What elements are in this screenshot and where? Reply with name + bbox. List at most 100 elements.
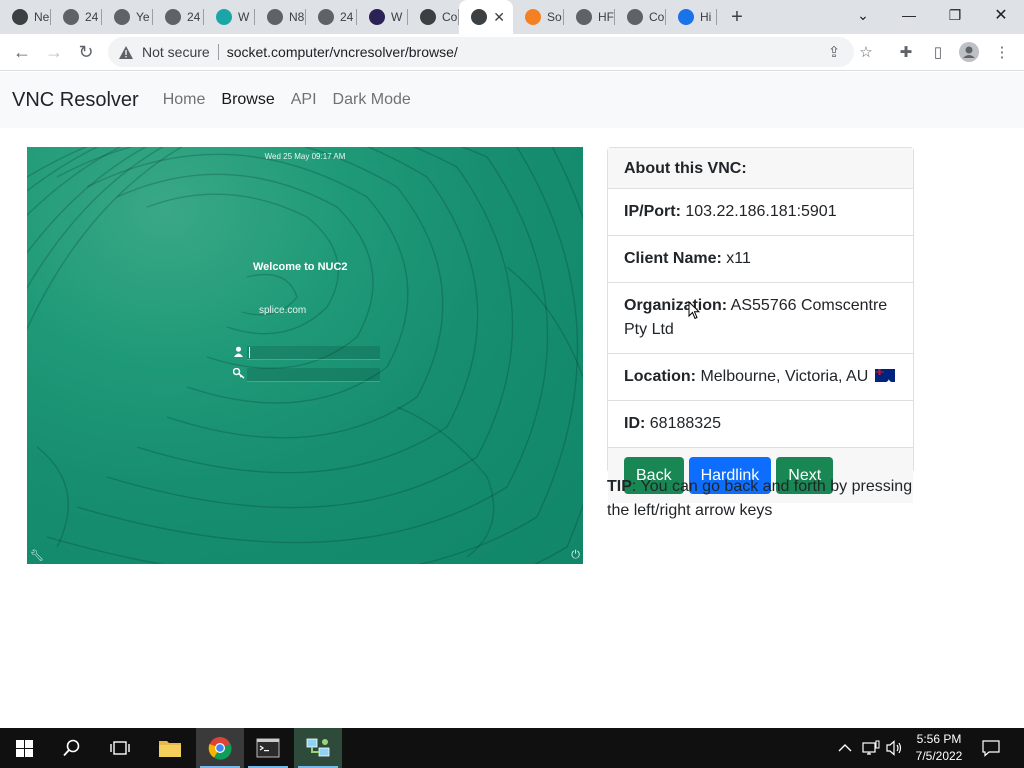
chrome-taskbar-icon[interactable]: [196, 728, 244, 768]
location-label: Location:: [624, 368, 696, 385]
tip-label: TIP: [607, 478, 632, 495]
ip-port-value: 103.22.186.181:5901: [685, 203, 837, 220]
client-name-value: x11: [726, 250, 751, 267]
browser-tab[interactable]: Ne: [0, 0, 51, 34]
key-icon: [233, 368, 245, 380]
location-value: Melbourne, Victoria, AU: [700, 368, 869, 385]
tab-title: So: [547, 10, 562, 24]
browser-tab[interactable]: W: [204, 0, 255, 34]
volume-icon[interactable]: [886, 728, 904, 768]
tab-title: N8: [289, 10, 305, 24]
profile-avatar-icon[interactable]: [958, 41, 980, 63]
taskbar-clock[interactable]: 5:56 PM 7/5/2022: [906, 731, 972, 765]
globe-icon: [267, 9, 283, 25]
vnc-welcome-text: Welcome to NUC2: [253, 261, 348, 273]
nav-browse[interactable]: Browse: [221, 91, 274, 109]
browser-tab[interactable]: Ye: [102, 0, 153, 34]
browser-tab[interactable]: So: [513, 0, 564, 34]
network-tray-icon[interactable]: [862, 728, 880, 768]
id-row: ID: 68188325: [608, 401, 913, 448]
browser-tab[interactable]: HF: [564, 0, 615, 34]
organization-label: Organization:: [624, 297, 728, 314]
tab-search-chevron-icon[interactable]: ⌄: [840, 0, 886, 30]
tab-title: Ne: [34, 10, 50, 24]
history-icon: [678, 9, 694, 25]
tab-title: W: [391, 10, 403, 24]
share-icon[interactable]: ⇪: [823, 41, 845, 63]
search-icon[interactable]: [48, 728, 96, 768]
power-icon: ⏻: [571, 549, 580, 561]
forward-arrow-icon[interactable]: →: [40, 38, 68, 66]
nav-home[interactable]: Home: [163, 91, 206, 109]
globe-icon: [318, 9, 334, 25]
globe-icon: [576, 9, 592, 25]
tab-title: 24: [85, 10, 99, 24]
australia-flag-icon: [874, 369, 895, 395]
browser-tab[interactable]: N8: [255, 0, 306, 34]
globe-icon: [165, 9, 181, 25]
brand-logo[interactable]: VNC Resolver: [12, 89, 139, 112]
address-bar[interactable]: Not secure socket.computer/vncresolver/b…: [108, 37, 854, 67]
site-navbar: VNC Resolver Home Browse API Dark Mode: [0, 72, 1024, 128]
task-view-icon[interactable]: [96, 728, 144, 768]
browser-tab[interactable]: Hi: [666, 0, 717, 34]
network-app-icon[interactable]: [294, 728, 342, 768]
text-cursor: [249, 347, 250, 358]
clock-time: 5:56 PM: [916, 732, 962, 746]
browser-tab[interactable]: 24: [51, 0, 102, 34]
card-header: About this VNC:: [608, 148, 913, 189]
helmet-icon: [420, 9, 436, 25]
eclipse-icon: [369, 9, 385, 25]
browser-tab[interactable]: 24: [306, 0, 357, 34]
mouse-cursor-icon: [688, 301, 700, 320]
browser-tab[interactable]: 24: [153, 0, 204, 34]
browser-tab[interactable]: Co: [408, 0, 459, 34]
bookmark-star-icon[interactable]: ☆: [855, 41, 877, 63]
tab-title: Co: [442, 10, 458, 24]
close-tab-icon[interactable]: ✕: [493, 9, 505, 26]
browser-toolbar: ← → ↻ Not secure socket.computer/vncreso…: [0, 34, 1024, 71]
nav-api[interactable]: API: [291, 91, 317, 109]
ip-port-label: IP/Port:: [624, 203, 681, 220]
vnc-username-field: [234, 346, 380, 360]
tab-title: HF: [598, 10, 614, 24]
browser-tab[interactable]: Co: [615, 0, 666, 34]
windows-taskbar: 5:56 PM 7/5/2022: [0, 728, 1024, 768]
file-explorer-icon[interactable]: [146, 728, 194, 768]
url-text[interactable]: socket.computer/vncresolver/browse/: [227, 44, 458, 60]
security-label[interactable]: Not secure: [142, 44, 210, 60]
id-value: 68188325: [649, 415, 721, 432]
client-name-row: Client Name: x11: [608, 236, 913, 283]
github-icon: [12, 9, 28, 25]
tabs-container: Ne 24 Ye 24 W N8 24 W Co ✕ So HF Co Hi: [0, 0, 717, 34]
user-icon: [233, 346, 245, 358]
terminal-icon[interactable]: [244, 728, 292, 768]
menu-kebab-icon[interactable]: ⋮: [991, 41, 1013, 63]
browser-tab[interactable]: W: [357, 0, 408, 34]
globe-icon: [627, 9, 643, 25]
vnc-datetime: Wed 25 May 09:17 AM: [264, 152, 346, 161]
wrench-icon: 🔧︎: [30, 550, 44, 562]
tab-title: Hi: [700, 10, 712, 24]
new-tab-button[interactable]: +: [717, 0, 757, 34]
extensions-puzzle-icon[interactable]: ✚: [895, 41, 917, 63]
minimize-button[interactable]: —: [886, 0, 932, 30]
clock-date: 7/5/2022: [915, 749, 963, 763]
side-panel-icon[interactable]: ▯: [927, 41, 949, 63]
notification-center-icon[interactable]: [982, 728, 1000, 768]
show-hidden-icons-chevron-icon[interactable]: [838, 728, 852, 768]
vnc-screenshot: Wed 25 May 09:17 AM Welcome to NUC2 spli…: [27, 147, 583, 564]
organization-row: Organization: AS55766 Comscentre Pty Ltd: [608, 283, 913, 354]
client-name-label: Client Name:: [624, 250, 722, 267]
restore-button[interactable]: ❐: [932, 0, 978, 30]
tip-body: : You can go back and forth by pressing …: [607, 478, 913, 519]
nav-dark-mode[interactable]: Dark Mode: [333, 91, 411, 109]
tab-title: Ye: [136, 10, 150, 24]
browser-tab[interactable]: ✕: [459, 0, 513, 34]
helmet-icon: [471, 9, 487, 25]
close-window-button[interactable]: ✕: [978, 0, 1024, 30]
windows-start-icon[interactable]: [0, 728, 48, 768]
reload-icon[interactable]: ↻: [72, 38, 100, 66]
id-label: ID:: [624, 415, 646, 432]
back-arrow-icon[interactable]: ←: [8, 38, 36, 66]
